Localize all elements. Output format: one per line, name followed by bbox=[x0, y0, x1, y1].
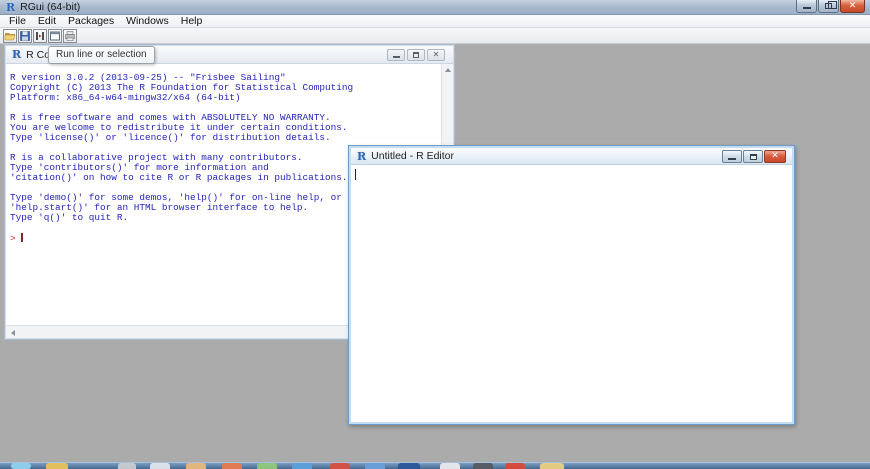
app-white-icon[interactable] bbox=[440, 463, 460, 469]
editor-close-button[interactable]: ✕ bbox=[764, 150, 786, 163]
console-close-button[interactable]: ✕ bbox=[427, 49, 445, 61]
app-blue-circle-icon[interactable] bbox=[292, 463, 312, 469]
screen: { "app": { "title": "RGui (64-bit)", "me… bbox=[0, 0, 870, 469]
main-titlebar[interactable]: R RGui (64-bit) ✕ bbox=[0, 0, 870, 15]
minimize-icon bbox=[393, 56, 400, 58]
editor-r-icon: R bbox=[357, 151, 366, 162]
editor-minimize-button[interactable] bbox=[722, 150, 742, 163]
menu-windows[interactable]: Windows bbox=[120, 15, 175, 28]
menu-packages[interactable]: Packages bbox=[62, 15, 120, 28]
explorer-folder-icon[interactable] bbox=[46, 463, 68, 469]
editor-window-controls: ✕ bbox=[721, 150, 786, 163]
console-line: Type 'license()' or 'licence()' for dist… bbox=[10, 133, 441, 143]
close-icon: ✕ bbox=[433, 51, 440, 59]
rgui-folder-active-icon[interactable] bbox=[540, 463, 564, 469]
printer-icon bbox=[64, 30, 76, 42]
editor-caret bbox=[355, 169, 356, 180]
main-window-title: RGui (64-bit) bbox=[20, 1, 80, 13]
console-caret bbox=[21, 233, 23, 242]
app-orange-icon[interactable] bbox=[222, 463, 242, 469]
main-window-controls: ✕ bbox=[795, 0, 865, 13]
console-window-icon bbox=[49, 30, 61, 42]
app-tan-folder-icon[interactable] bbox=[186, 463, 206, 469]
start-orb-icon[interactable] bbox=[11, 462, 31, 469]
editor-text-area[interactable] bbox=[351, 165, 792, 422]
taskbar[interactable] bbox=[0, 462, 870, 469]
editor-restore-button[interactable] bbox=[743, 150, 763, 163]
open-script-button[interactable] bbox=[3, 29, 17, 43]
app-window-icon[interactable] bbox=[150, 463, 170, 469]
console-line: Platform: x86_64-w64-mingw32/x64 (64-bit… bbox=[10, 93, 441, 103]
open-folder-icon bbox=[4, 30, 16, 42]
app-dark-multicolor-icon[interactable] bbox=[473, 463, 493, 469]
restore-button[interactable] bbox=[818, 0, 839, 13]
editor-titlebar[interactable]: R Untitled - R Editor ✕ bbox=[351, 148, 792, 165]
scroll-left-icon[interactable] bbox=[11, 330, 15, 336]
app-green-icon[interactable] bbox=[257, 463, 277, 469]
tooltip: Run line or selection bbox=[48, 46, 155, 64]
restore-icon bbox=[750, 154, 757, 160]
minimize-button[interactable] bbox=[796, 0, 817, 13]
save-script-button[interactable] bbox=[18, 29, 32, 43]
run-line-or-selection-button[interactable] bbox=[33, 29, 47, 43]
run-line-icon bbox=[34, 30, 46, 42]
console-restore-button[interactable] bbox=[407, 49, 425, 61]
app-gray-icon[interactable] bbox=[118, 463, 136, 469]
save-disk-icon bbox=[19, 30, 31, 42]
app-red2-icon[interactable] bbox=[505, 463, 525, 469]
scroll-up-icon[interactable] bbox=[445, 68, 451, 72]
toolbar bbox=[0, 28, 870, 44]
restore-icon bbox=[413, 52, 419, 58]
app-red-circle-icon[interactable] bbox=[330, 463, 350, 469]
close-button[interactable]: ✕ bbox=[840, 0, 865, 13]
word-icon[interactable] bbox=[398, 463, 420, 469]
menu-edit[interactable]: Edit bbox=[32, 15, 62, 28]
console-minimize-button[interactable] bbox=[387, 49, 405, 61]
minimize-icon bbox=[728, 158, 736, 160]
return-to-console-button[interactable] bbox=[48, 29, 62, 43]
close-icon: ✕ bbox=[849, 2, 857, 11]
app-blue-ring-icon[interactable] bbox=[365, 463, 385, 469]
menu-file[interactable]: File bbox=[3, 15, 32, 28]
editor-title: Untitled - R Editor bbox=[371, 150, 454, 162]
restore-icon bbox=[825, 3, 832, 9]
editor-window: R Untitled - R Editor ✕ bbox=[348, 145, 795, 425]
menu-help[interactable]: Help bbox=[175, 15, 209, 28]
console-r-icon: R bbox=[12, 49, 21, 60]
print-button[interactable] bbox=[63, 29, 77, 43]
close-icon: ✕ bbox=[771, 152, 779, 161]
minimize-icon bbox=[803, 7, 811, 9]
console-window-controls: ✕ bbox=[385, 49, 445, 61]
menubar: File Edit Packages Windows Help bbox=[0, 15, 870, 28]
r-logo-icon: R bbox=[6, 2, 15, 13]
